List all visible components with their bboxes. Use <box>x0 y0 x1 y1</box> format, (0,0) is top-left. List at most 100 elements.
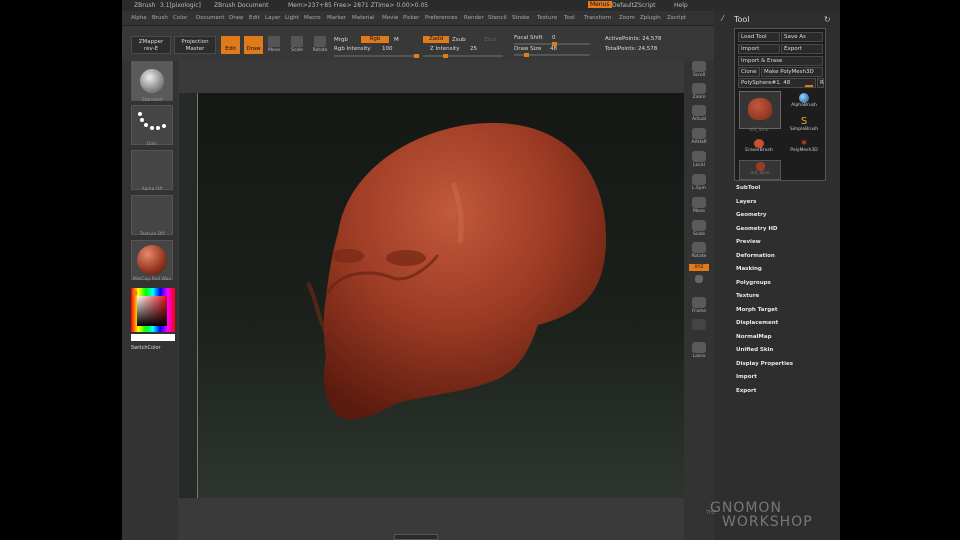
clone-button[interactable]: Clone <box>738 67 760 77</box>
subpalette-export[interactable]: Export <box>736 388 756 394</box>
zoom-button[interactable]: Zoom <box>688 83 710 100</box>
menu-brush[interactable]: Brush <box>152 15 168 21</box>
menu-layer[interactable]: Layer <box>265 15 280 21</box>
menu-texture[interactable]: Texture <box>537 15 557 21</box>
subpalette-normalmap[interactable]: NormalMap <box>736 334 772 340</box>
default-zscript-button[interactable]: DefaultZScript <box>612 2 655 9</box>
menu-document[interactable]: Document <box>196 15 225 21</box>
texture-selector[interactable] <box>131 195 173 235</box>
save-as-button[interactable]: Save As <box>781 32 823 42</box>
menu-stroke[interactable]: Stroke <box>512 15 530 21</box>
load-tool-button[interactable]: Load Tool <box>738 32 780 42</box>
scale-button[interactable]: Scale <box>688 220 710 237</box>
subpalette-morph-target[interactable]: Morph Target <box>736 307 778 313</box>
rotate-button[interactable]: Rotate <box>688 242 710 259</box>
subpalette-preview[interactable]: Preview <box>736 239 761 245</box>
zcut-toggle[interactable]: Zcut <box>484 37 496 43</box>
rotate-axis-button[interactable] <box>688 275 710 284</box>
lsym-button[interactable]: L.Sym <box>688 174 710 191</box>
draw-mode-button[interactable]: Draw <box>244 36 263 54</box>
menu-stencil[interactable]: Stencil <box>488 15 507 21</box>
polymesh3d-tool[interactable]: ✶ PolyMesh3D <box>787 139 821 154</box>
stroke-selector[interactable] <box>131 105 173 145</box>
frame-button[interactable]: Frame <box>688 297 710 314</box>
edit-mode-button[interactable]: Edit <box>221 36 240 54</box>
tray-pin-icon[interactable]: ⁄ <box>722 15 730 23</box>
subpalette-masking[interactable]: Masking <box>736 266 762 272</box>
projection-master-button[interactable]: Projection Master <box>174 36 216 54</box>
rotate-mode-button[interactable]: Rotate <box>311 36 329 53</box>
menu-draw[interactable]: Draw <box>229 15 243 21</box>
focal-shift-slider[interactable] <box>514 42 590 46</box>
color-square[interactable] <box>137 296 167 326</box>
rgb-intensity-slider[interactable] <box>334 54 420 58</box>
simplebrush-tool[interactable]: S SimpleBrush <box>787 117 821 133</box>
palette-refresh-icon[interactable]: ↻ <box>824 15 831 24</box>
subpalette-polygroups[interactable]: Polygroups <box>736 280 771 286</box>
brush-selector[interactable] <box>131 61 173 101</box>
menu-transform[interactable]: Transform <box>584 15 611 21</box>
menu-macro[interactable]: Macro <box>304 15 321 21</box>
bottom-tray-handle[interactable] <box>394 534 438 540</box>
menu-alpha[interactable]: Alpha <box>131 15 147 21</box>
subpalette-subtool[interactable]: SubTool <box>736 185 760 191</box>
scale-mode-button[interactable]: Scale <box>288 36 306 53</box>
z-intensity-slider[interactable] <box>423 54 503 58</box>
scroll-button[interactable]: Scroll <box>688 61 710 78</box>
menu-render[interactable]: Render <box>464 15 484 21</box>
zmapper-button[interactable]: ZMapper rev-E <box>131 36 171 54</box>
menu-tool[interactable]: Tool <box>564 15 575 21</box>
z-intensity-handle[interactable] <box>443 54 448 58</box>
menus-toggle[interactable]: Menus <box>588 1 612 8</box>
menu-light[interactable]: Light <box>285 15 299 21</box>
viewport-canvas[interactable] <box>197 93 684 498</box>
menu-material[interactable]: Material <box>352 15 374 21</box>
subpalette-displacement[interactable]: Displacement <box>736 320 778 326</box>
subpalette-geometry-hd[interactable]: Geometry HD <box>736 226 778 232</box>
alpha-selector[interactable] <box>131 150 173 190</box>
move-mode-button[interactable]: Move <box>265 36 283 53</box>
subpalette-unified-skin[interactable]: Unified Skin <box>736 347 773 353</box>
subpalette-texture[interactable]: Texture <box>736 293 759 299</box>
switch-color-button[interactable]: SwitchColor <box>131 345 161 351</box>
draw-size-slider[interactable] <box>514 53 590 57</box>
menu-movie[interactable]: Movie <box>382 15 398 21</box>
zadd-toggle[interactable]: Zadd <box>423 36 449 43</box>
eraserbrush-tool[interactable]: EraserBrush <box>739 139 779 153</box>
import-button[interactable]: Import <box>738 44 780 54</box>
menu-color[interactable]: Color <box>173 15 187 21</box>
import-erase-button[interactable]: Import & Erase <box>738 56 823 66</box>
mrgb-toggle[interactable]: Mrgb <box>334 37 348 43</box>
menu-zoom[interactable]: Zoom <box>619 15 635 21</box>
move-button[interactable]: Move <box>688 197 710 214</box>
tool-thumb-current[interactable] <box>739 91 781 129</box>
zsub-toggle[interactable]: Zsub <box>452 37 466 43</box>
alphabrush-tool[interactable]: AlphaBrush <box>787 93 821 108</box>
make-polymesh-button[interactable]: Make PolyMesh3D <box>761 67 823 77</box>
tool-r-button[interactable]: R <box>817 78 824 88</box>
secondary-color-swatch[interactable] <box>131 334 175 341</box>
actual-button[interactable]: Actual <box>688 105 710 122</box>
subpalette-import[interactable]: Import <box>736 374 757 380</box>
subpalette-display-properties[interactable]: Display Properties <box>736 361 793 367</box>
local-button[interactable]: Local <box>688 151 710 168</box>
subpalette-geometry[interactable]: Geometry <box>736 212 766 218</box>
menu-picker[interactable]: Picker <box>403 15 419 21</box>
menu-marker[interactable]: Marker <box>327 15 346 21</box>
m-toggle[interactable]: M <box>394 37 399 43</box>
subpalette-layers[interactable]: Layers <box>736 199 756 205</box>
menu-edit[interactable]: Edit <box>249 15 260 21</box>
current-tool-handle[interactable] <box>805 85 813 87</box>
menu-zplugin[interactable]: Zplugin <box>640 15 661 21</box>
help-button[interactable]: Help <box>674 2 688 9</box>
aahalf-button[interactable]: AAHalf <box>688 128 710 145</box>
menu-zscript[interactable]: Zscript <box>667 15 686 21</box>
main-color-swatch[interactable] <box>133 291 137 295</box>
rgb-toggle[interactable]: Rgb <box>361 36 389 43</box>
color-picker[interactable] <box>131 288 175 332</box>
head-model[interactable] <box>198 93 684 498</box>
menu-preferences[interactable]: Preferences <box>425 15 457 21</box>
lasso-button[interactable]: Lasso <box>688 342 710 359</box>
xyz-toggle[interactable]: XYZ <box>689 264 709 271</box>
subpalette-deformation[interactable]: Deformation <box>736 253 775 259</box>
